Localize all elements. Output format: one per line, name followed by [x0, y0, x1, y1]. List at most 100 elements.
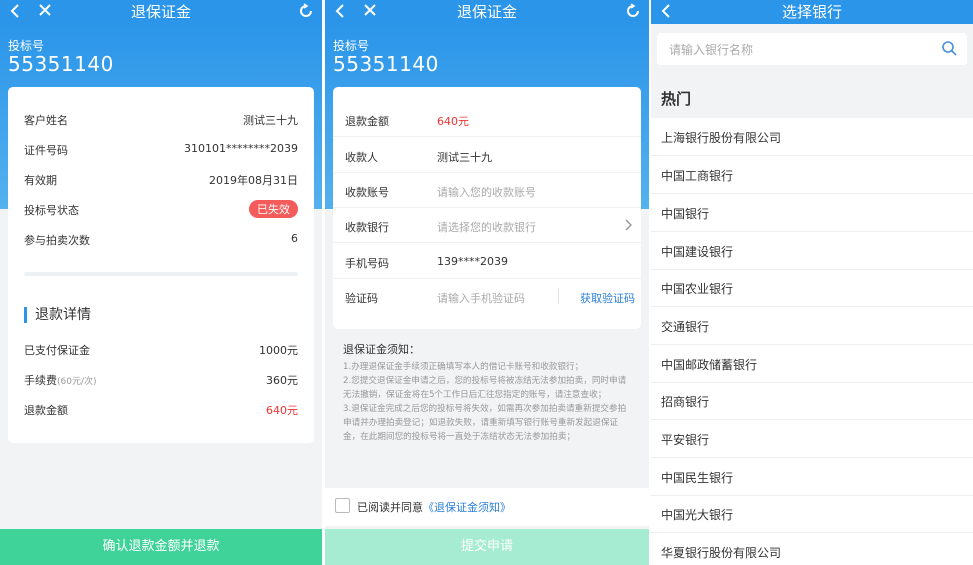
info-value: 310101********2039 [184, 142, 298, 155]
info-card: 客户姓名 测试三十九 证件号码 310101********2039 有效期 2… [8, 87, 314, 443]
info-value: 2019年08月31日 [209, 174, 298, 187]
hot-section-header: 热门 [651, 74, 973, 118]
status-badge: 已失效 [249, 200, 298, 218]
bank-list-item[interactable]: 华夏银行股份有限公司 [651, 533, 973, 565]
bank-list-item[interactable]: 中国建设银行 [651, 232, 973, 270]
bank-name: 招商银行 [661, 395, 710, 409]
bank-name: 中国农业银行 [661, 282, 734, 296]
refund-value: 360元 [266, 374, 298, 387]
get-code-button[interactable]: 获取验证码 [580, 290, 635, 306]
refund-label: 退款金额 [24, 404, 68, 417]
phone-value: 139****2039 [437, 255, 508, 268]
refund-row: 已支付保证金 1000元 [8, 335, 314, 365]
nav-bar: 选择银行 [651, 0, 973, 24]
bank-list-item[interactable]: 平安银行 [651, 420, 973, 458]
search-icon[interactable] [941, 40, 957, 56]
bank-list-item[interactable]: 上海银行股份有限公司 [651, 118, 973, 156]
bank-name: 中国工商银行 [661, 169, 734, 183]
agreement-text: 已阅读并同意《退保证金须知》 [357, 499, 511, 515]
form-row-code: 验证码 请输入手机验证码 获取验证码 [333, 279, 641, 314]
form-label: 收款人 [345, 151, 378, 164]
form-row-account[interactable]: 收款账号 请输入您的收款账号 [333, 173, 641, 208]
refund-form-screen: 退保证金 投标号 55351140 退款金额 640元 收款人 测试三十九 收款… [325, 0, 649, 565]
bank-name: 中国邮政储蓄银行 [661, 358, 758, 372]
nav-bar: 退保证金 [0, 0, 322, 24]
divider [558, 288, 559, 304]
bank-list-item[interactable]: 中国农业银行 [651, 269, 973, 307]
notice-item: 3.退保证金完成之后您的投标号将失效，如需再次参加拍卖请重新提交参拍申请并办理拍… [343, 404, 627, 442]
notice-title: 退保证金须知： [343, 343, 420, 356]
bank-name: 中国光大银行 [661, 508, 734, 522]
info-value: 6 [291, 232, 298, 245]
refund-row: 退款金额 640元 [8, 395, 314, 425]
form-label: 收款账号 [345, 186, 389, 199]
bank-list-item[interactable]: 中国银行 [651, 194, 973, 232]
bank-select[interactable]: 请选择您的收款银行 [437, 219, 536, 235]
divider [24, 272, 298, 276]
refund-notice: 退保证金须知： 1.办理退保证金手续须正确填写本人的借记卡账号和收款银行； 2.… [325, 335, 649, 485]
form-row-payee: 收款人 测试三十九 [333, 138, 641, 173]
form-label: 手机号码 [345, 257, 389, 270]
hot-label: 热门 [661, 90, 692, 108]
bank-name: 中国银行 [661, 207, 710, 221]
refund-amount-value: 640元 [437, 115, 469, 128]
bank-name: 华夏银行股份有限公司 [661, 546, 782, 560]
submit-button[interactable]: 提交申请 [325, 529, 649, 565]
form-row-bank[interactable]: 收款银行 请选择您的收款银行 [333, 208, 641, 243]
bank-name: 中国建设银行 [661, 245, 734, 259]
refund-amount-value: 640元 [266, 404, 298, 417]
fee-label: 手续费 [24, 374, 57, 387]
agree-label: 已阅读并同意 [357, 501, 423, 514]
bank-list-item[interactable]: 交通银行 [651, 307, 973, 345]
refund-value: 1000元 [259, 344, 298, 357]
bid-number: 55351140 [333, 52, 439, 76]
bank-name: 中国民生银行 [661, 471, 734, 485]
form-label: 验证码 [345, 292, 378, 305]
verification-code-input[interactable]: 请输入手机验证码 [437, 290, 525, 306]
info-value: 测试三十九 [243, 114, 298, 127]
bank-search-field[interactable]: 请输入银行名称 [657, 33, 967, 65]
fee-rate: (60元/次) [57, 377, 97, 387]
account-number-input[interactable]: 请输入您的收款账号 [437, 184, 536, 200]
form-label: 退款金额 [345, 115, 389, 128]
form-row-phone: 手机号码 139****2039 [333, 244, 641, 279]
refund-label: 手续费(60元/次) [24, 372, 97, 388]
info-label: 有效期 [24, 174, 57, 187]
info-label: 证件号码 [24, 144, 68, 157]
bank-name: 交通银行 [661, 320, 710, 334]
payee-value: 测试三十九 [437, 151, 492, 164]
agree-checkbox[interactable] [335, 498, 350, 513]
refresh-icon[interactable] [298, 3, 314, 19]
bank-list-item[interactable]: 中国工商银行 [651, 156, 973, 194]
refund-section-title: 退款详情 [24, 307, 91, 323]
refund-label: 已支付保证金 [24, 344, 90, 357]
form-row-amount: 退款金额 640元 [333, 102, 641, 137]
bank-list-item[interactable]: 中国民生银行 [651, 458, 973, 496]
chevron-right-icon [625, 219, 632, 231]
bank-list-item[interactable]: 中国邮政储蓄银行 [651, 345, 973, 383]
bank-list-item[interactable]: 中国光大银行 [651, 495, 973, 533]
refund-summary-screen: 退保证金 投标号 55351140 客户姓名 测试三十九 证件号码 310101… [0, 0, 322, 565]
info-row: 证件号码 310101********2039 [8, 135, 314, 165]
confirm-refund-button[interactable]: 确认退款金额并退款 [0, 529, 322, 565]
bank-name: 平安银行 [661, 433, 710, 447]
page-title: 退保证金 [130, 3, 191, 21]
refund-form-card: 退款金额 640元 收款人 测试三十九 收款账号 请输入您的收款账号 收款银行 … [333, 87, 641, 329]
refresh-icon[interactable] [625, 3, 641, 19]
info-label: 客户姓名 [24, 114, 68, 127]
nav-bar: 退保证金 [325, 0, 649, 24]
page-title: 退保证金 [456, 3, 517, 21]
refund-row: 手续费(60元/次) 360元 [8, 365, 314, 395]
info-row: 参与拍卖次数 6 [8, 225, 314, 255]
bank-list-item[interactable]: 招商银行 [651, 382, 973, 420]
form-label: 收款银行 [345, 221, 389, 234]
notice-item: 2.您提交退保证金申请之后，您的投标号将被冻结无法参加拍卖，同时申请无法撤销，保… [343, 376, 627, 400]
info-label: 投标号状态 [24, 204, 79, 217]
page-title: 选择银行 [781, 3, 842, 21]
info-label: 参与拍卖次数 [24, 234, 90, 247]
notice-link[interactable]: 《退保证金须知》 [423, 501, 511, 514]
bank-search-input[interactable]: 请输入银行名称 [669, 41, 753, 58]
info-row: 投标号状态 已失效 [8, 195, 314, 225]
info-row: 客户姓名 测试三十九 [8, 105, 314, 135]
select-bank-screen: 选择银行 请输入银行名称 热门 上海银行股份有限公司 中国工商银行 中国银行 中… [651, 0, 973, 565]
